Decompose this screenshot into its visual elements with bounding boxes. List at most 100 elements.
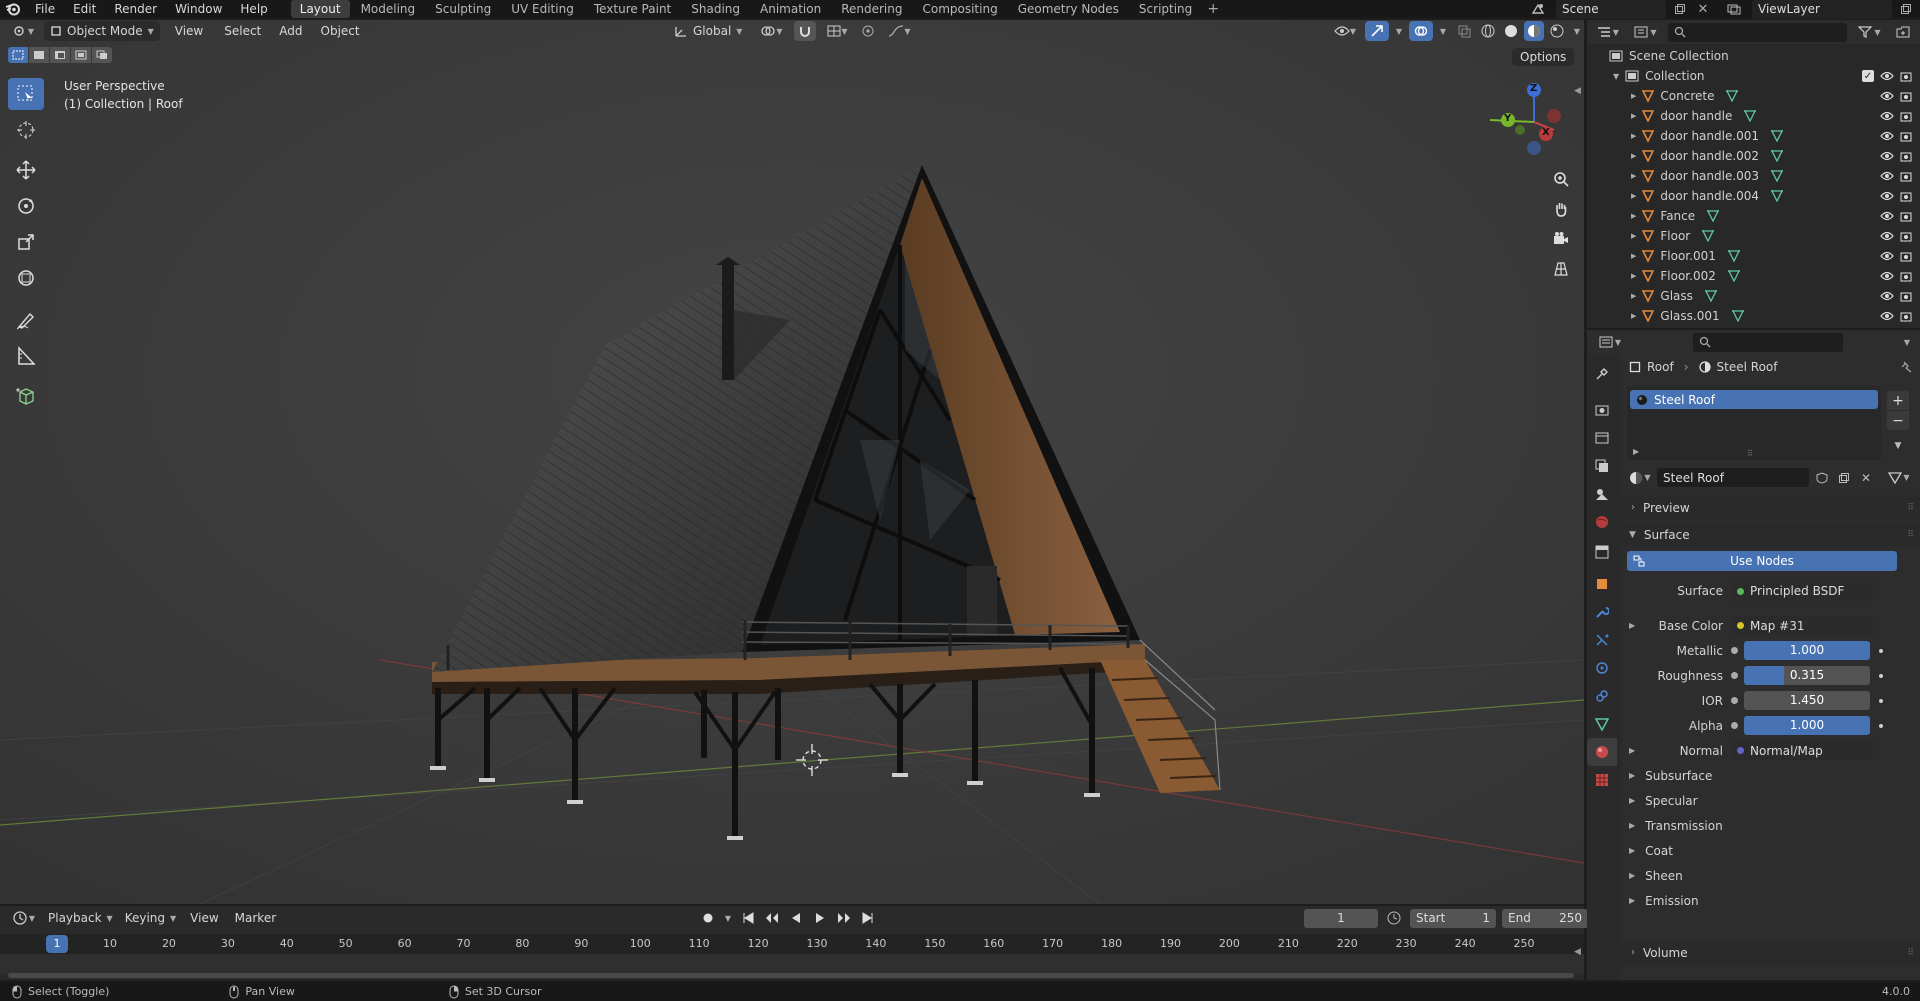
outliner-item[interactable]: ▶ Glass.001 <box>1587 306 1920 326</box>
subpanel-coat[interactable]: ▶ Coat <box>1621 838 1920 863</box>
normal-expand-icon[interactable]: ▶ <box>1621 746 1635 755</box>
item-expand-icon[interactable]: ▶ <box>1631 292 1636 300</box>
tool-scale[interactable] <box>8 226 44 258</box>
tab-rendering[interactable]: Rendering <box>832 0 911 18</box>
tab-uv-editing[interactable]: UV Editing <box>502 0 583 18</box>
outliner-collection[interactable]: ▼ Collection ✓ <box>1587 66 1920 86</box>
viewport-collapse-arrow[interactable]: ◀ <box>1574 86 1581 96</box>
camera-render-icon[interactable] <box>1900 190 1912 202</box>
item-expand-icon[interactable]: ▶ <box>1631 132 1636 140</box>
display-mode-icon[interactable]: ▼ <box>1631 22 1661 42</box>
tool-annotate[interactable] <box>8 304 44 336</box>
tab-particles[interactable] <box>1587 626 1617 654</box>
menu-help[interactable]: Help <box>231 0 276 19</box>
ior-field[interactable]: 1.450 <box>1744 691 1870 710</box>
properties-editor-type-icon[interactable]: ▼ <box>1595 332 1625 352</box>
navigation-gizmo[interactable]: Z Y X <box>1490 78 1570 168</box>
alpha-slider[interactable]: 1.000 <box>1744 716 1870 735</box>
outliner-item[interactable]: ▶ Glass <box>1587 286 1920 306</box>
tab-modeling[interactable]: Modeling <box>352 0 425 18</box>
falloff-icon[interactable]: ▼ <box>884 21 914 41</box>
slot-list-resize-handle[interactable]: ⠿ <box>1747 449 1754 458</box>
add-workspace-icon[interactable]: + <box>1203 0 1223 18</box>
surface-shader-field[interactable]: Principled BSDF <box>1731 581 1873 601</box>
eye-icon[interactable] <box>1880 191 1894 201</box>
material-slot-list[interactable]: Steel Roof ▶ ⠿ <box>1627 386 1881 460</box>
tab-physics[interactable] <box>1587 654 1617 682</box>
panel-volume[interactable]: › Volume ⠿ <box>1621 940 1920 965</box>
shading-rendered-icon[interactable] <box>1547 21 1567 41</box>
blender-logo-icon[interactable] <box>0 0 26 18</box>
shading-dropdown-icon[interactable]: ▼ <box>1570 21 1584 41</box>
outliner-scene-collection[interactable]: Scene Collection <box>1587 46 1920 66</box>
gizmo-dropdown-icon[interactable]: ▼ <box>1392 21 1406 41</box>
snap-icon[interactable] <box>794 21 817 41</box>
properties-options-icon[interactable]: ▼ <box>1904 338 1910 347</box>
remove-slot-button[interactable]: − <box>1887 411 1909 430</box>
camera-view-button[interactable] <box>1548 226 1574 252</box>
tab-scripting[interactable]: Scripting <box>1130 0 1201 18</box>
outliner-item[interactable]: ▶ Floor <box>1587 226 1920 246</box>
base-color-field[interactable]: Map #31 <box>1731 616 1873 635</box>
menu-file[interactable]: File <box>26 0 64 19</box>
camera-render-icon[interactable] <box>1900 270 1912 282</box>
play-reverse-icon[interactable] <box>786 908 806 928</box>
eye-icon[interactable] <box>1880 91 1894 101</box>
timeline-scrollbar[interactable] <box>8 973 1574 978</box>
eye-icon[interactable] <box>1880 171 1894 181</box>
mesh-data-icon[interactable] <box>1771 170 1784 182</box>
tab-tool[interactable] <box>1587 360 1617 388</box>
pan-view-button[interactable] <box>1548 196 1574 222</box>
alpha-keyframe-icon[interactable] <box>1879 723 1883 728</box>
view-layer-name-field[interactable]: ViewLayer <box>1752 0 1892 19</box>
item-expand-icon[interactable]: ▶ <box>1631 152 1636 160</box>
preview-range-icon[interactable] <box>1384 908 1404 928</box>
outliner-item[interactable]: ▶ Fance <box>1587 206 1920 226</box>
eye-icon[interactable] <box>1880 311 1894 321</box>
jump-keyframe-back-icon[interactable] <box>762 908 782 928</box>
shading-solid-icon[interactable] <box>1501 21 1521 41</box>
slot-list-expand-icon[interactable]: ▶ <box>1633 447 1639 456</box>
outliner-editor-type-icon[interactable]: ▼ <box>1593 22 1623 42</box>
tab-world[interactable] <box>1587 508 1617 536</box>
alpha-socket-icon[interactable] <box>1731 722 1738 729</box>
mesh-data-icon[interactable] <box>1727 250 1740 262</box>
tool-transform[interactable] <box>8 262 44 294</box>
xray-toggle-icon[interactable] <box>1453 21 1475 41</box>
tab-object[interactable] <box>1587 570 1617 598</box>
outliner-item[interactable]: ▶ Floor.001 <box>1587 246 1920 266</box>
mesh-data-icon[interactable] <box>1707 210 1720 222</box>
panel-surface[interactable]: ▼ Surface ⠿ <box>1621 522 1920 547</box>
eye-icon[interactable] <box>1880 231 1894 241</box>
metallic-slider[interactable]: 1.000 <box>1744 641 1870 660</box>
tab-output[interactable] <box>1587 424 1617 452</box>
overlay-toggle-icon[interactable] <box>1409 21 1433 41</box>
tool-rotate[interactable] <box>8 190 44 222</box>
shading-wireframe-icon[interactable] <box>1478 21 1498 41</box>
scene-name-field[interactable]: Scene <box>1556 0 1666 19</box>
tool-move[interactable] <box>8 154 44 186</box>
play-icon[interactable] <box>810 908 830 928</box>
panel-preview[interactable]: › Preview ⠿ <box>1621 495 1920 520</box>
playback-menu[interactable]: Playback ▼ <box>44 908 117 928</box>
auto-keying-icon[interactable] <box>698 908 718 928</box>
subpanel-specular[interactable]: ▶ Specular <box>1621 788 1920 813</box>
viewport-menu-object[interactable]: Object <box>315 21 366 41</box>
tab-data[interactable] <box>1587 710 1617 738</box>
camera-render-icon[interactable] <box>1900 170 1912 182</box>
camera-render-icon[interactable] <box>1900 230 1912 242</box>
add-slot-button[interactable]: + <box>1887 391 1909 410</box>
camera-render-icon[interactable] <box>1900 210 1912 222</box>
material-name-field[interactable]: Steel Roof <box>1657 468 1809 487</box>
outliner-item[interactable]: ▶ door handle.003 <box>1587 166 1920 186</box>
tool-select-box[interactable] <box>8 78 44 110</box>
scene-icon[interactable] <box>1524 0 1552 18</box>
new-view-layer-icon[interactable] <box>1896 0 1916 18</box>
subpanel-subsurface[interactable]: ▶ Subsurface <box>1621 763 1920 788</box>
eye-icon[interactable] <box>1880 111 1894 121</box>
properties-search-input[interactable] <box>1693 332 1843 352</box>
menu-edit[interactable]: Edit <box>64 0 105 19</box>
keying-set-dropdown-icon[interactable]: ▼ <box>722 908 734 928</box>
material-slot-item[interactable]: Steel Roof <box>1630 390 1878 409</box>
visibility-icon[interactable]: ▼ <box>1328 21 1362 41</box>
